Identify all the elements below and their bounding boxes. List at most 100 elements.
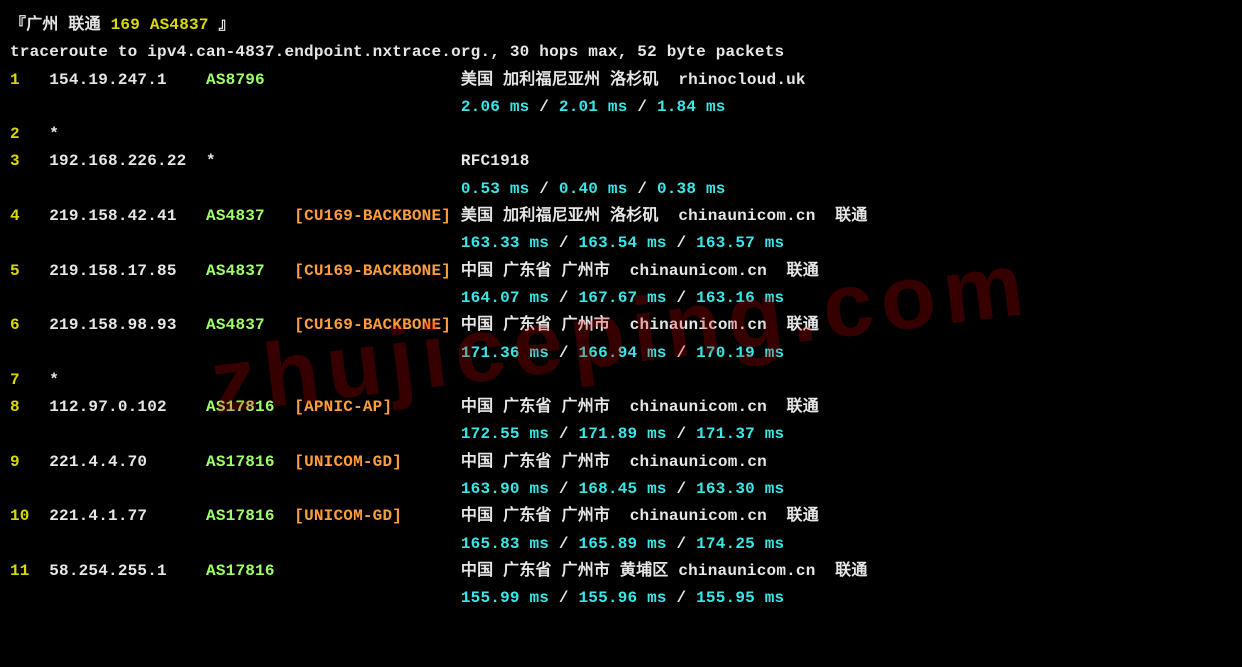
hop-row: 8 112.97.0.102 AS17816 [APNIC-AP] 中国 广东省… — [10, 394, 1232, 421]
rtt-value: 155.95 ms — [696, 589, 784, 607]
rtt-value: 1.84 ms — [657, 98, 726, 116]
rtt-value: 167.67 ms — [579, 289, 667, 307]
rtt-value: 163.33 ms — [461, 234, 549, 252]
hop-row: 2 * — [10, 121, 1232, 148]
rtt-value: 163.16 ms — [696, 289, 784, 307]
rtt-value: 0.40 ms — [559, 180, 628, 198]
hop-ip: 221.4.4.70 — [49, 453, 206, 471]
hop-rtt: 164.07 ms / 167.67 ms / 163.16 ms — [10, 285, 1232, 312]
hop-ip: 219.158.42.41 — [49, 207, 206, 225]
rtt-value: 171.37 ms — [696, 425, 784, 443]
rtt-value: 0.38 ms — [657, 180, 726, 198]
hop-rtt: 171.36 ms / 166.94 ms / 170.19 ms — [10, 340, 1232, 367]
rtt-value: 165.89 ms — [579, 535, 667, 553]
rtt-value: 171.36 ms — [461, 344, 549, 362]
rtt-value: 166.94 ms — [579, 344, 667, 362]
rtt-value: 171.89 ms — [579, 425, 667, 443]
hop-tag — [294, 562, 461, 580]
hop-rtt: 172.55 ms / 171.89 ms / 171.37 ms — [10, 421, 1232, 448]
hop-asn: AS4837 — [206, 262, 294, 280]
hop-row: 4 219.158.42.41 AS4837 [CU169-BACKBONE] … — [10, 203, 1232, 230]
rtt-value: 155.99 ms — [461, 589, 549, 607]
hop-ip: 219.158.17.85 — [49, 262, 206, 280]
rtt-value: 174.25 ms — [696, 535, 784, 553]
rtt-value: 163.90 ms — [461, 480, 549, 498]
hop-tag: [CU169-BACKBONE] — [294, 262, 461, 280]
hop-desc: 中国 广东省 广州市 chinaunicom.cn 联通 — [461, 507, 819, 525]
hop-rtt: 163.90 ms / 168.45 ms / 163.30 ms — [10, 476, 1232, 503]
hop-desc: 中国 广东省 广州市 chinaunicom.cn 联通 — [461, 262, 819, 280]
hop-asn: AS17816 — [206, 398, 294, 416]
hop-tag: [CU169-BACKBONE] — [294, 316, 461, 334]
hop-desc: 美国 加利福尼亚州 洛杉矶 chinaunicom.cn 联通 — [461, 207, 868, 225]
hop-row: 1 154.19.247.1 AS8796 美国 加利福尼亚州 洛杉矶 rhin… — [10, 67, 1232, 94]
hop-number: 5 — [10, 262, 49, 280]
hop-tag — [294, 371, 461, 389]
hop-asn: AS17816 — [206, 562, 294, 580]
hop-rtt: 163.33 ms / 163.54 ms / 163.57 ms — [10, 230, 1232, 257]
hop-asn: AS17816 — [206, 453, 294, 471]
hop-desc: 中国 广东省 广州市 chinaunicom.cn 联通 — [461, 316, 819, 334]
rtt-value: 0.53 ms — [461, 180, 530, 198]
hop-desc: 美国 加利福尼亚州 洛杉矶 rhinocloud.uk — [461, 71, 806, 89]
hop-rtt: 0.53 ms / 0.40 ms / 0.38 ms — [10, 176, 1232, 203]
hop-number: 9 — [10, 453, 49, 471]
hop-asn: * — [206, 152, 294, 170]
hop-tag — [294, 152, 461, 170]
hop-number: 11 — [10, 562, 49, 580]
hop-row: 9 221.4.4.70 AS17816 [UNICOM-GD] 中国 广东省 … — [10, 449, 1232, 476]
hop-row: 6 219.158.98.93 AS4837 [CU169-BACKBONE] … — [10, 312, 1232, 339]
hop-ip: 58.254.255.1 — [49, 562, 206, 580]
hop-row: 7 * — [10, 367, 1232, 394]
hop-number: 6 — [10, 316, 49, 334]
rtt-value: 2.06 ms — [461, 98, 530, 116]
hop-ip: 154.19.247.1 — [49, 71, 206, 89]
hop-tag: [CU169-BACKBONE] — [294, 207, 461, 225]
hop-number: 8 — [10, 398, 49, 416]
rtt-value: 163.57 ms — [696, 234, 784, 252]
hop-tag: [UNICOM-GD] — [294, 507, 461, 525]
rtt-value: 168.45 ms — [579, 480, 667, 498]
hop-rtt: 155.99 ms / 155.96 ms / 155.95 ms — [10, 585, 1232, 612]
hop-rtt: 2.06 ms / 2.01 ms / 1.84 ms — [10, 94, 1232, 121]
hop-desc: RFC1918 — [461, 152, 530, 170]
trace-line: traceroute to ipv4.can-4837.endpoint.nxt… — [10, 39, 1232, 66]
hop-tag — [294, 125, 461, 143]
hop-tag — [294, 71, 461, 89]
hop-number: 7 — [10, 371, 49, 389]
rtt-value: 163.30 ms — [696, 480, 784, 498]
hop-asn: AS8796 — [206, 71, 294, 89]
rtt-value: 172.55 ms — [461, 425, 549, 443]
hop-ip: 221.4.1.77 — [49, 507, 206, 525]
hop-tag: [UNICOM-GD] — [294, 453, 461, 471]
hop-number: 3 — [10, 152, 49, 170]
rtt-value: 170.19 ms — [696, 344, 784, 362]
hop-ip: 219.158.98.93 — [49, 316, 206, 334]
hop-asn: AS4837 — [206, 316, 294, 334]
hop-desc: 中国 广东省 广州市 黄埔区 chinaunicom.cn 联通 — [461, 562, 868, 580]
hop-number: 4 — [10, 207, 49, 225]
hop-asn — [206, 125, 294, 143]
hop-desc: 中国 广东省 广州市 chinaunicom.cn 联通 — [461, 398, 819, 416]
hop-number: 2 — [10, 125, 49, 143]
hop-ip: * — [49, 125, 206, 143]
hop-row: 3 192.168.226.22 * RFC1918 — [10, 148, 1232, 175]
hop-tag: [APNIC-AP] — [294, 398, 461, 416]
rtt-value: 164.07 ms — [461, 289, 549, 307]
hop-number: 1 — [10, 71, 49, 89]
rtt-value: 155.96 ms — [579, 589, 667, 607]
hop-row: 11 58.254.255.1 AS17816 中国 广东省 广州市 黄埔区 c… — [10, 558, 1232, 585]
hop-desc: 中国 广东省 广州市 chinaunicom.cn — [461, 453, 767, 471]
trace-header: 『广州 联通 169 AS4837 』 — [10, 12, 1232, 39]
hop-ip: 112.97.0.102 — [49, 398, 206, 416]
terminal-output: 『广州 联通 169 AS4837 』traceroute to ipv4.ca… — [0, 0, 1242, 625]
hop-asn: AS17816 — [206, 507, 294, 525]
hop-rtt: 165.83 ms / 165.89 ms / 174.25 ms — [10, 531, 1232, 558]
hop-asn — [206, 371, 294, 389]
rtt-value: 2.01 ms — [559, 98, 628, 116]
hop-number: 10 — [10, 507, 49, 525]
hop-ip: * — [49, 371, 206, 389]
rtt-value: 165.83 ms — [461, 535, 549, 553]
hop-row: 10 221.4.1.77 AS17816 [UNICOM-GD] 中国 广东省… — [10, 503, 1232, 530]
hop-asn: AS4837 — [206, 207, 294, 225]
